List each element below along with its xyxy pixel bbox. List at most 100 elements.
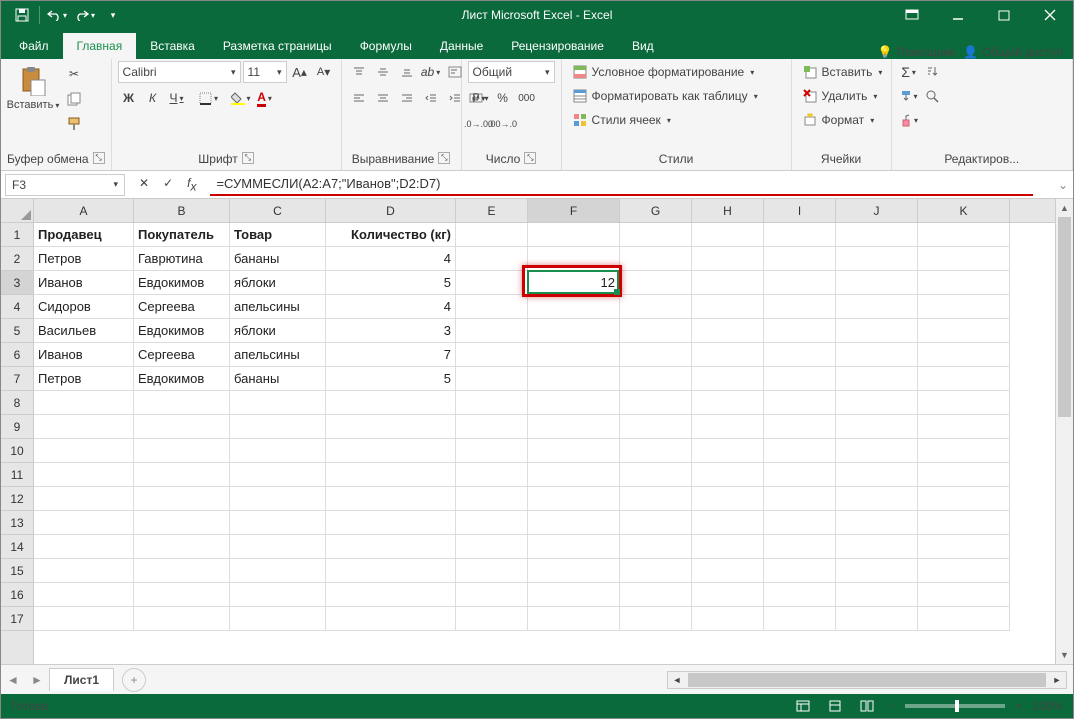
row-header-5[interactable]: 5 [1, 319, 33, 343]
cell[interactable] [620, 439, 692, 463]
close-button[interactable] [1027, 1, 1073, 29]
cell[interactable] [692, 535, 764, 559]
column-header-C[interactable]: C [230, 199, 326, 222]
cell[interactable] [528, 439, 620, 463]
tell-me-assistant[interactable]: 💡 Помощник [878, 45, 956, 59]
cell[interactable] [134, 487, 230, 511]
cell[interactable] [456, 583, 528, 607]
cell[interactable] [134, 463, 230, 487]
cell[interactable] [918, 295, 1010, 319]
cell[interactable] [764, 295, 836, 319]
select-all-corner[interactable] [1, 199, 34, 223]
cell[interactable] [230, 535, 326, 559]
cell-styles-button[interactable]: Стили ячеек [568, 109, 675, 131]
cell[interactable] [620, 511, 692, 535]
cell[interactable] [620, 487, 692, 511]
cell[interactable] [456, 415, 528, 439]
copy-button[interactable] [63, 88, 85, 110]
cell[interactable] [918, 487, 1010, 511]
cell[interactable] [764, 319, 836, 343]
zoom-slider[interactable] [905, 704, 1005, 708]
paste-button[interactable]: Вставить [7, 61, 59, 111]
underline-button[interactable]: Ч [166, 87, 188, 109]
italic-button[interactable]: К [142, 87, 164, 109]
scroll-up-icon[interactable]: ▲ [1056, 199, 1073, 217]
cell[interactable] [836, 559, 918, 583]
cell[interactable] [620, 343, 692, 367]
decrease-decimal-button[interactable]: .00→.0 [492, 113, 514, 135]
horizontal-scrollbar[interactable]: ◄ ► [667, 671, 1067, 689]
cell[interactable] [528, 559, 620, 583]
cell[interactable] [34, 559, 134, 583]
bold-button[interactable]: Ж [118, 87, 140, 109]
cell[interactable] [692, 607, 764, 631]
align-right-button[interactable] [396, 87, 418, 109]
orientation-button[interactable]: ab [420, 61, 442, 83]
cell[interactable] [836, 271, 918, 295]
cell[interactable] [620, 295, 692, 319]
cell[interactable] [326, 415, 456, 439]
cell[interactable] [836, 415, 918, 439]
cell[interactable] [764, 439, 836, 463]
cell[interactable] [692, 247, 764, 271]
cut-button[interactable]: ✂ [63, 63, 85, 85]
cell[interactable] [918, 511, 1010, 535]
page-layout-view-button[interactable] [824, 697, 846, 715]
insert-cells-button[interactable]: Вставить [798, 61, 887, 83]
cell[interactable]: Петров [34, 367, 134, 391]
cell[interactable] [528, 223, 620, 247]
cell[interactable] [134, 535, 230, 559]
tab-file[interactable]: Файл [5, 33, 63, 59]
cell[interactable] [836, 607, 918, 631]
align-bottom-button[interactable] [396, 61, 418, 83]
cell[interactable] [836, 247, 918, 271]
cell[interactable]: яблоки [230, 319, 326, 343]
cell[interactable] [918, 415, 1010, 439]
cell[interactable] [764, 487, 836, 511]
cell[interactable] [34, 607, 134, 631]
cell[interactable] [230, 439, 326, 463]
cell[interactable] [456, 391, 528, 415]
cell[interactable] [456, 439, 528, 463]
cell[interactable] [620, 223, 692, 247]
clear-button[interactable] [898, 109, 920, 131]
cell[interactable]: Петров [34, 247, 134, 271]
cell[interactable] [620, 583, 692, 607]
zoom-out-button[interactable]: − [888, 699, 895, 713]
hscroll-left-icon[interactable]: ◄ [668, 675, 686, 685]
save-icon[interactable] [9, 3, 35, 27]
row-header-15[interactable]: 15 [1, 559, 33, 583]
cell[interactable] [764, 367, 836, 391]
cell[interactable]: Количество (кг) [326, 223, 456, 247]
cell[interactable] [918, 463, 1010, 487]
cell[interactable] [692, 319, 764, 343]
cell[interactable] [764, 271, 836, 295]
column-header-F[interactable]: F [528, 199, 620, 222]
tab-page-layout[interactable]: Разметка страницы [209, 33, 346, 59]
row-header-17[interactable]: 17 [1, 607, 33, 631]
cell[interactable] [836, 487, 918, 511]
tab-data[interactable]: Данные [426, 33, 497, 59]
row-header-9[interactable]: 9 [1, 415, 33, 439]
cell[interactable] [836, 391, 918, 415]
cell[interactable] [836, 295, 918, 319]
cell[interactable] [620, 415, 692, 439]
scroll-down-icon[interactable]: ▼ [1056, 646, 1073, 664]
cell[interactable] [528, 247, 620, 271]
row-header-10[interactable]: 10 [1, 439, 33, 463]
cell[interactable]: Иванов [34, 271, 134, 295]
cell[interactable] [34, 439, 134, 463]
cell[interactable] [692, 511, 764, 535]
number-format-combo[interactable]: Общий▾ [468, 61, 555, 83]
cell[interactable] [230, 583, 326, 607]
format-painter-button[interactable] [63, 113, 85, 135]
cell[interactable] [230, 559, 326, 583]
cell[interactable]: Продавец [34, 223, 134, 247]
decrease-font-button[interactable]: A▾ [313, 61, 335, 83]
cell[interactable] [918, 367, 1010, 391]
align-center-button[interactable] [372, 87, 394, 109]
cell[interactable] [620, 319, 692, 343]
hscroll-thumb[interactable] [688, 673, 1046, 687]
cell[interactable] [456, 223, 528, 247]
autosum-button[interactable]: Σ [898, 61, 920, 83]
